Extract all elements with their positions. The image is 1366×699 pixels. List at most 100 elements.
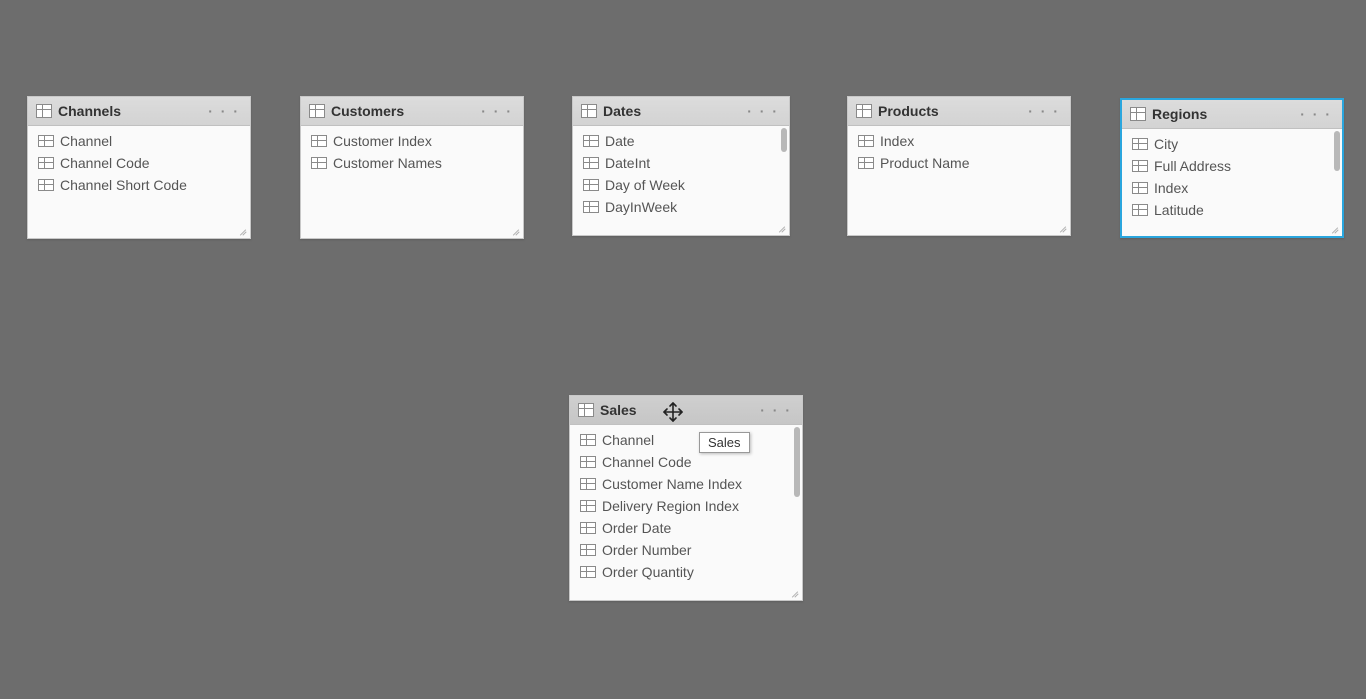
drag-tooltip: Sales bbox=[699, 432, 750, 453]
more-icon[interactable]: · · · bbox=[206, 103, 242, 119]
field-row[interactable]: Customer Index bbox=[301, 130, 523, 152]
table-card-customers[interactable]: Customers · · · Customer Index Customer … bbox=[300, 96, 524, 239]
column-icon bbox=[311, 157, 327, 169]
field-label: Channel Short Code bbox=[60, 177, 187, 193]
field-row[interactable]: Channel Short Code bbox=[28, 174, 250, 196]
scrollbar-thumb[interactable] bbox=[781, 128, 787, 152]
field-row[interactable]: DateInt bbox=[573, 152, 789, 174]
field-row[interactable]: Date bbox=[573, 130, 789, 152]
field-list: Index Product Name bbox=[848, 126, 1070, 235]
field-row[interactable]: City bbox=[1122, 133, 1342, 155]
field-row[interactable]: Index bbox=[848, 130, 1070, 152]
scrollbar-thumb[interactable] bbox=[794, 427, 800, 497]
more-icon[interactable]: · · · bbox=[745, 103, 781, 119]
column-icon bbox=[1132, 182, 1148, 194]
table-icon bbox=[856, 104, 872, 118]
field-row[interactable]: Customer Name Index bbox=[570, 473, 802, 495]
field-label: City bbox=[1154, 136, 1178, 152]
field-row[interactable]: Order Number bbox=[570, 539, 802, 561]
field-list: Channel Channel Code Channel Short Code bbox=[28, 126, 250, 238]
column-icon bbox=[38, 157, 54, 169]
field-row[interactable]: Channel bbox=[570, 429, 802, 451]
field-row[interactable]: Order Date bbox=[570, 517, 802, 539]
table-header-sales[interactable]: Sales · · · bbox=[570, 396, 802, 425]
field-row[interactable]: Day of Week bbox=[573, 174, 789, 196]
more-icon[interactable]: · · · bbox=[479, 103, 515, 119]
scrollbar-thumb[interactable] bbox=[1334, 131, 1340, 171]
field-list: Channel Channel Code Customer Name Index… bbox=[570, 425, 802, 600]
table-card-dates[interactable]: Dates · · · Date DateInt Day of Week Day… bbox=[572, 96, 790, 236]
table-header-channels[interactable]: Channels · · · bbox=[28, 97, 250, 126]
field-label: Latitude bbox=[1154, 202, 1204, 218]
table-icon bbox=[581, 104, 597, 118]
column-icon bbox=[1132, 204, 1148, 216]
field-list: City Full Address Index Latitude bbox=[1122, 129, 1342, 236]
table-card-products[interactable]: Products · · · Index Product Name bbox=[847, 96, 1071, 236]
column-icon bbox=[580, 522, 596, 534]
field-label: Channel bbox=[60, 133, 112, 149]
more-icon[interactable]: · · · bbox=[1026, 103, 1062, 119]
field-row[interactable]: Latitude bbox=[1122, 199, 1342, 221]
table-title: Customers bbox=[331, 103, 473, 119]
field-label: Full Address bbox=[1154, 158, 1231, 174]
table-header-regions[interactable]: Regions · · · bbox=[1122, 100, 1342, 129]
field-row[interactable]: Order Quantity bbox=[570, 561, 802, 583]
field-label: Channel bbox=[602, 432, 654, 448]
table-header-customers[interactable]: Customers · · · bbox=[301, 97, 523, 126]
column-icon bbox=[583, 201, 599, 213]
column-icon bbox=[583, 157, 599, 169]
table-title: Sales bbox=[600, 402, 752, 418]
table-icon bbox=[578, 403, 594, 417]
column-icon bbox=[580, 500, 596, 512]
field-label: Order Quantity bbox=[602, 564, 694, 580]
field-label: Customer Name Index bbox=[602, 476, 742, 492]
table-title: Dates bbox=[603, 103, 739, 119]
field-row[interactable]: Delivery Region Index bbox=[570, 495, 802, 517]
field-label: Delivery Region Index bbox=[602, 498, 739, 514]
column-icon bbox=[858, 135, 874, 147]
table-icon bbox=[1130, 107, 1146, 121]
table-title: Products bbox=[878, 103, 1020, 119]
field-label: DateInt bbox=[605, 155, 650, 171]
field-label: Order Date bbox=[602, 520, 671, 536]
field-label: Customer Names bbox=[333, 155, 442, 171]
table-card-sales[interactable]: Sales · · · Channel Channel Code Custome… bbox=[569, 395, 803, 601]
column-icon bbox=[580, 434, 596, 446]
column-icon bbox=[38, 135, 54, 147]
field-row[interactable]: Channel Code bbox=[570, 451, 802, 473]
tooltip-text: Sales bbox=[708, 435, 741, 450]
field-row[interactable]: Product Name bbox=[848, 152, 1070, 174]
field-label: Product Name bbox=[880, 155, 969, 171]
column-icon bbox=[1132, 138, 1148, 150]
field-label: Channel Code bbox=[602, 454, 692, 470]
field-label: Channel Code bbox=[60, 155, 150, 171]
field-label: DayInWeek bbox=[605, 199, 677, 215]
column-icon bbox=[583, 179, 599, 191]
column-icon bbox=[1132, 160, 1148, 172]
field-row[interactable]: Customer Names bbox=[301, 152, 523, 174]
field-label: Day of Week bbox=[605, 177, 685, 193]
column-icon bbox=[311, 135, 327, 147]
column-icon bbox=[858, 157, 874, 169]
table-header-dates[interactable]: Dates · · · bbox=[573, 97, 789, 126]
column-icon bbox=[580, 456, 596, 468]
field-row[interactable]: Full Address bbox=[1122, 155, 1342, 177]
table-title: Channels bbox=[58, 103, 200, 119]
field-row[interactable]: Index bbox=[1122, 177, 1342, 199]
field-row[interactable]: Channel bbox=[28, 130, 250, 152]
table-header-products[interactable]: Products · · · bbox=[848, 97, 1070, 126]
column-icon bbox=[580, 566, 596, 578]
table-card-regions[interactable]: Regions · · · City Full Address Index La… bbox=[1120, 98, 1344, 238]
field-label: Index bbox=[880, 133, 914, 149]
field-row[interactable]: DayInWeek bbox=[573, 196, 789, 218]
table-icon bbox=[309, 104, 325, 118]
more-icon[interactable]: · · · bbox=[758, 402, 794, 418]
column-icon bbox=[38, 179, 54, 191]
more-icon[interactable]: · · · bbox=[1298, 106, 1334, 122]
field-row[interactable]: Channel Code bbox=[28, 152, 250, 174]
table-card-channels[interactable]: Channels · · · Channel Channel Code Chan… bbox=[27, 96, 251, 239]
field-list: Customer Index Customer Names bbox=[301, 126, 523, 238]
column-icon bbox=[580, 544, 596, 556]
field-label: Index bbox=[1154, 180, 1188, 196]
field-list: Date DateInt Day of Week DayInWeek bbox=[573, 126, 789, 235]
